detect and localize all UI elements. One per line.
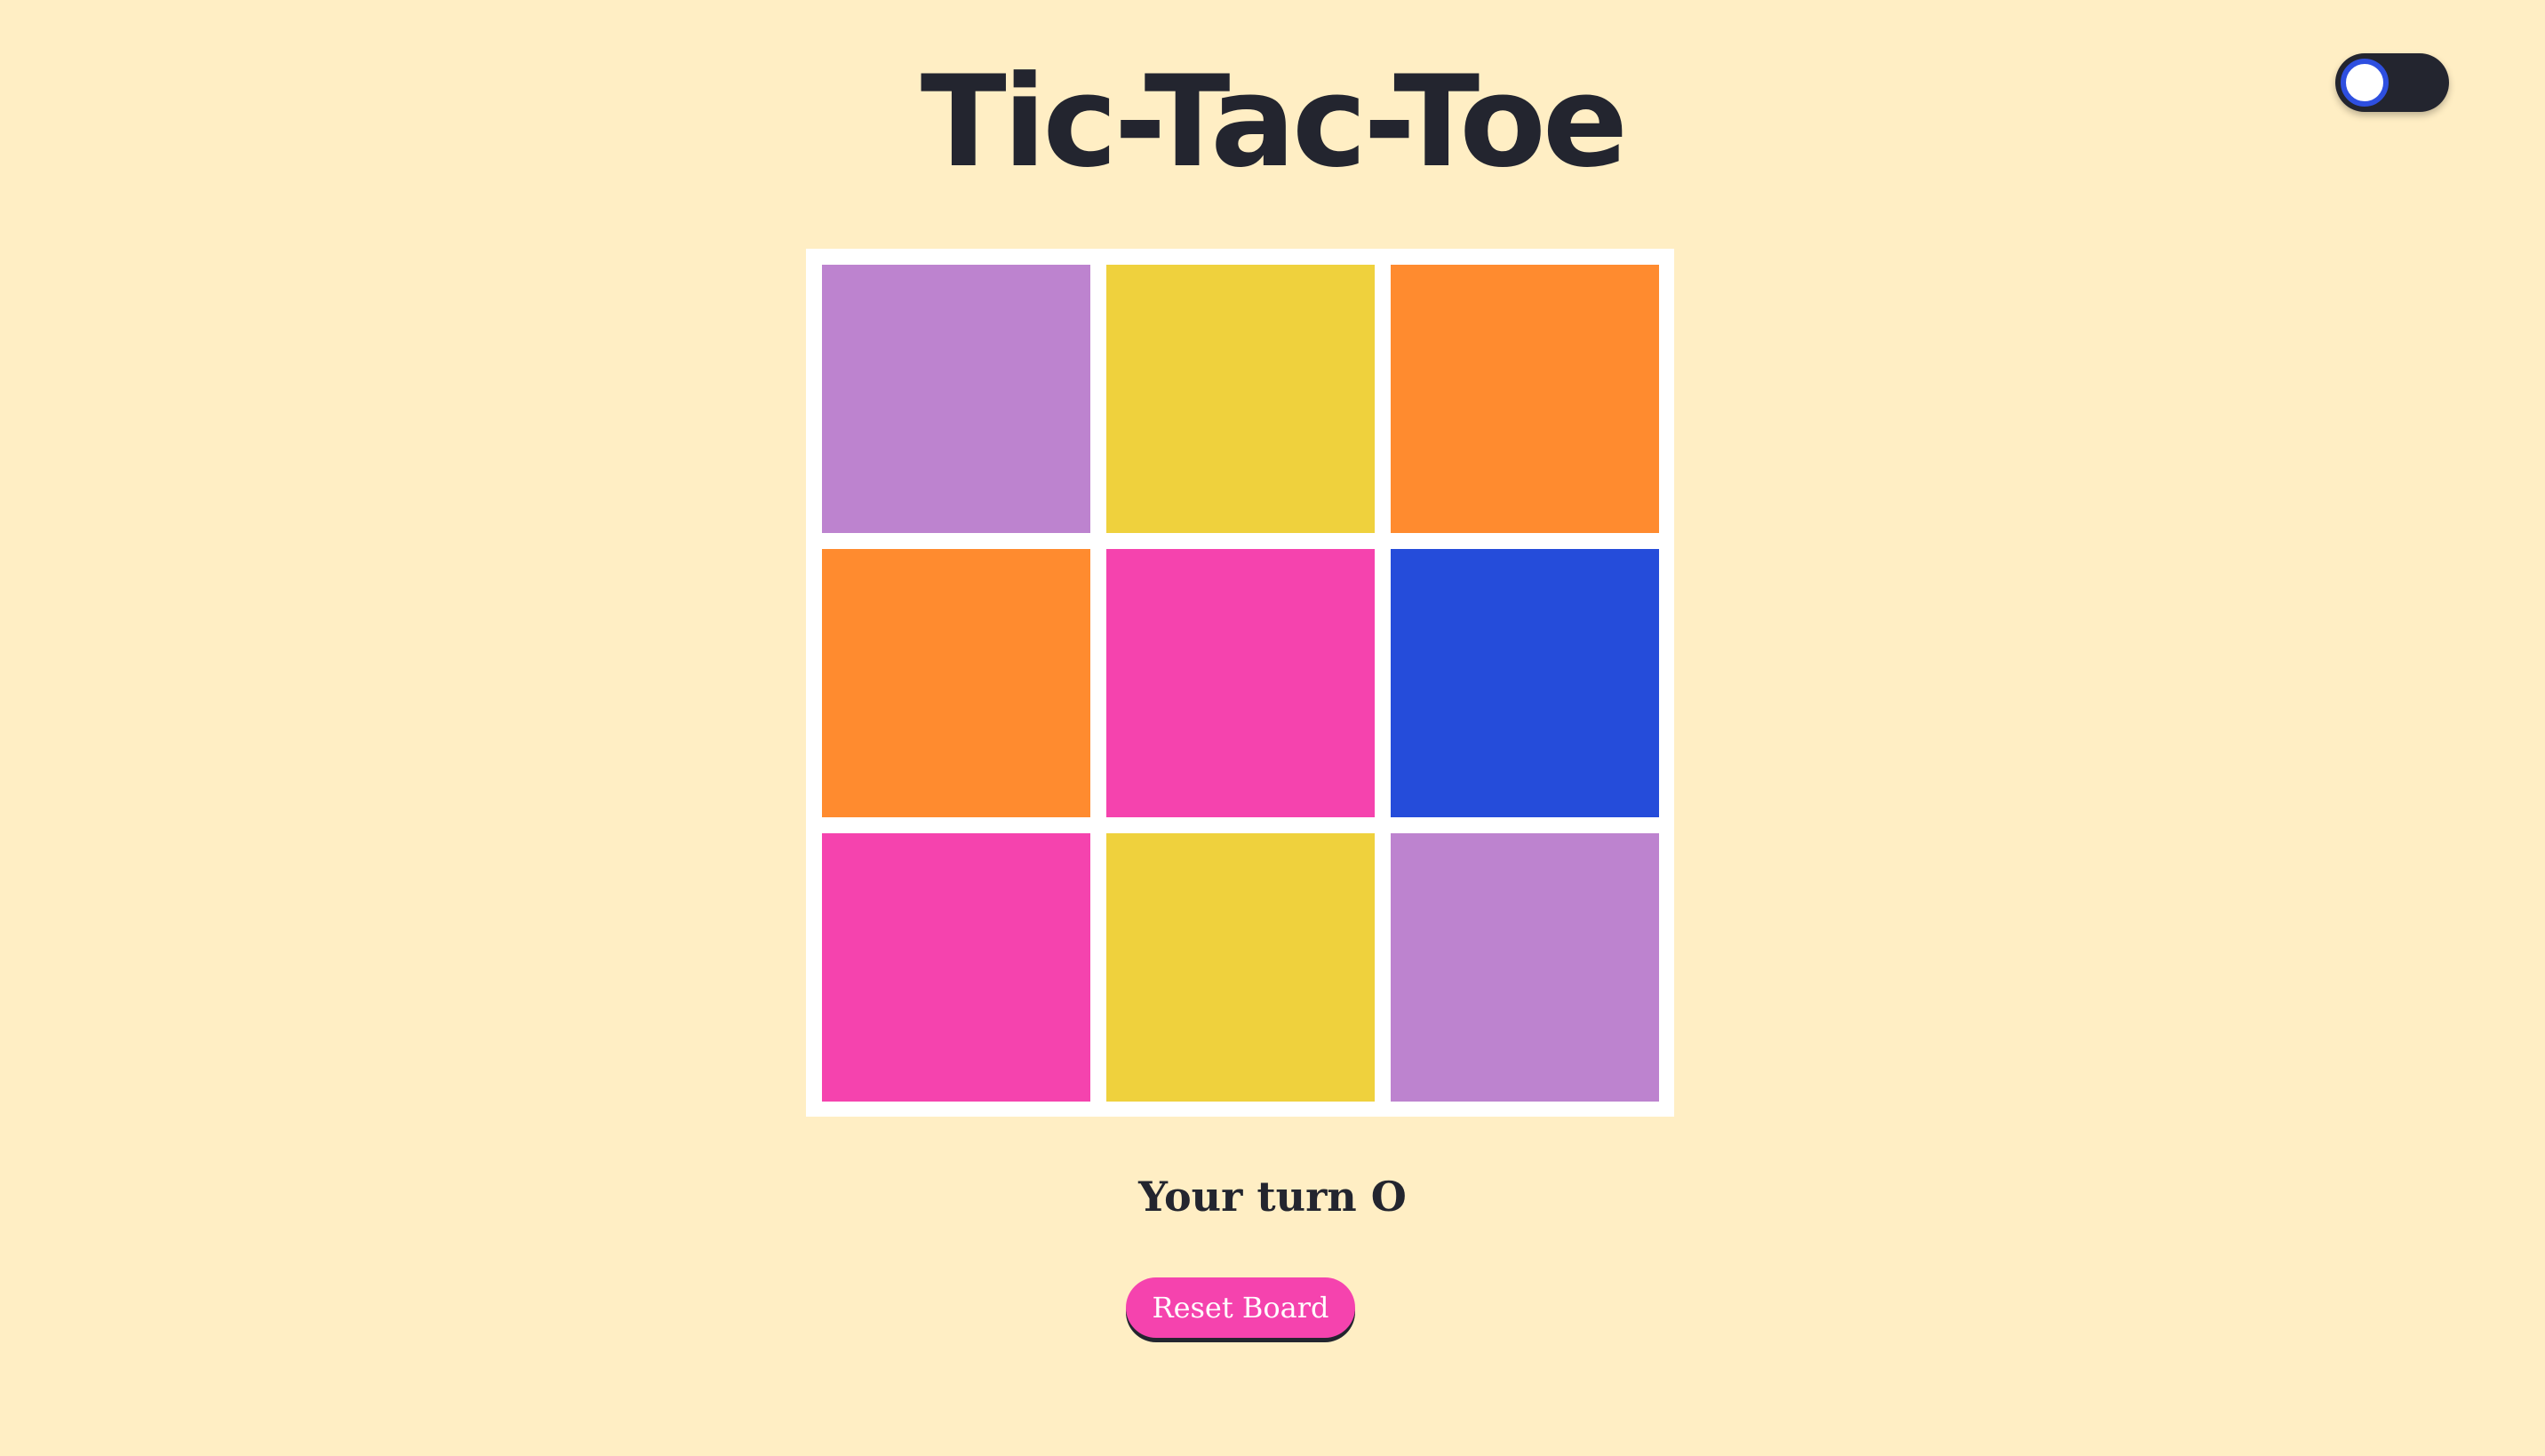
board-cell-8[interactable] bbox=[1106, 833, 1375, 1102]
game-board bbox=[806, 249, 1674, 1117]
toggle-knob bbox=[2341, 59, 2389, 107]
page-title: Tic-Tac-Toe bbox=[920, 49, 1628, 195]
reset-board-button[interactable]: Reset Board bbox=[1126, 1277, 1355, 1338]
board-cell-6[interactable] bbox=[1391, 549, 1659, 817]
theme-toggle[interactable] bbox=[2335, 53, 2449, 112]
board-cell-4[interactable] bbox=[822, 549, 1090, 817]
board-cell-2[interactable] bbox=[1106, 265, 1375, 533]
turn-status: Your turn O bbox=[1138, 1173, 1407, 1221]
board-cell-5[interactable] bbox=[1106, 549, 1375, 817]
board-cell-9[interactable] bbox=[1391, 833, 1659, 1102]
board-cell-1[interactable] bbox=[822, 265, 1090, 533]
board-cell-3[interactable] bbox=[1391, 265, 1659, 533]
board-cell-7[interactable] bbox=[822, 833, 1090, 1102]
